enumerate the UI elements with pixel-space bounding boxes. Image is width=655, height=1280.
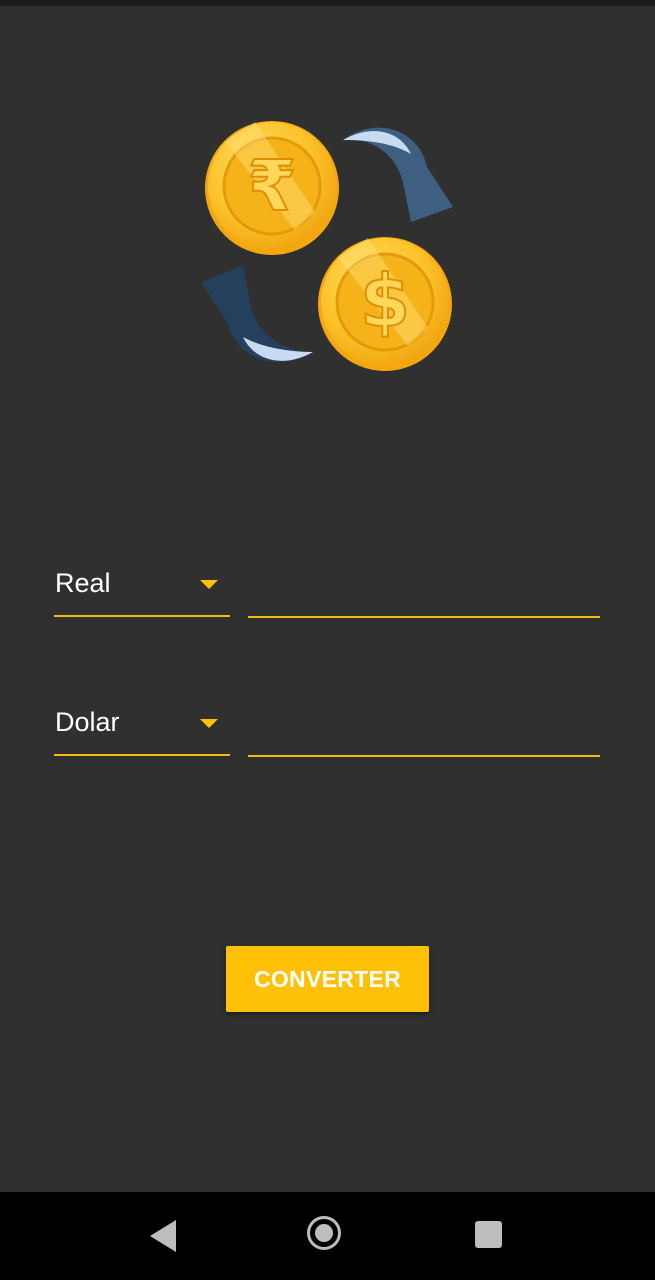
svg-text:₹: ₹ <box>248 145 297 227</box>
from-currency-dropdown[interactable]: Real <box>54 555 230 617</box>
from-amount-input[interactable] <box>248 556 600 618</box>
dropdown-arrow-icon <box>200 580 218 589</box>
currency-exchange-logo: ₹ $ <box>201 121 453 371</box>
dollar-coin-icon: $ <box>318 237 452 371</box>
home-icon[interactable] <box>307 1216 341 1250</box>
app-screen: ₹ $ Real Dolar CONVERTER <box>0 0 655 1280</box>
rupee-coin-icon: ₹ <box>205 121 339 255</box>
system-navigation-bar <box>0 1192 655 1280</box>
to-currency-dropdown[interactable]: Dolar <box>54 694 230 756</box>
to-currency-label: Dolar <box>55 707 120 737</box>
svg-text:$: $ <box>360 259 410 343</box>
dropdown-arrow-icon <box>200 719 218 728</box>
to-amount-input[interactable] <box>248 695 600 757</box>
status-bar <box>0 0 655 6</box>
from-currency-label: Real <box>55 568 111 598</box>
recent-apps-icon[interactable] <box>475 1221 502 1248</box>
back-icon[interactable] <box>150 1220 176 1252</box>
convert-button[interactable]: CONVERTER <box>226 946 429 1012</box>
